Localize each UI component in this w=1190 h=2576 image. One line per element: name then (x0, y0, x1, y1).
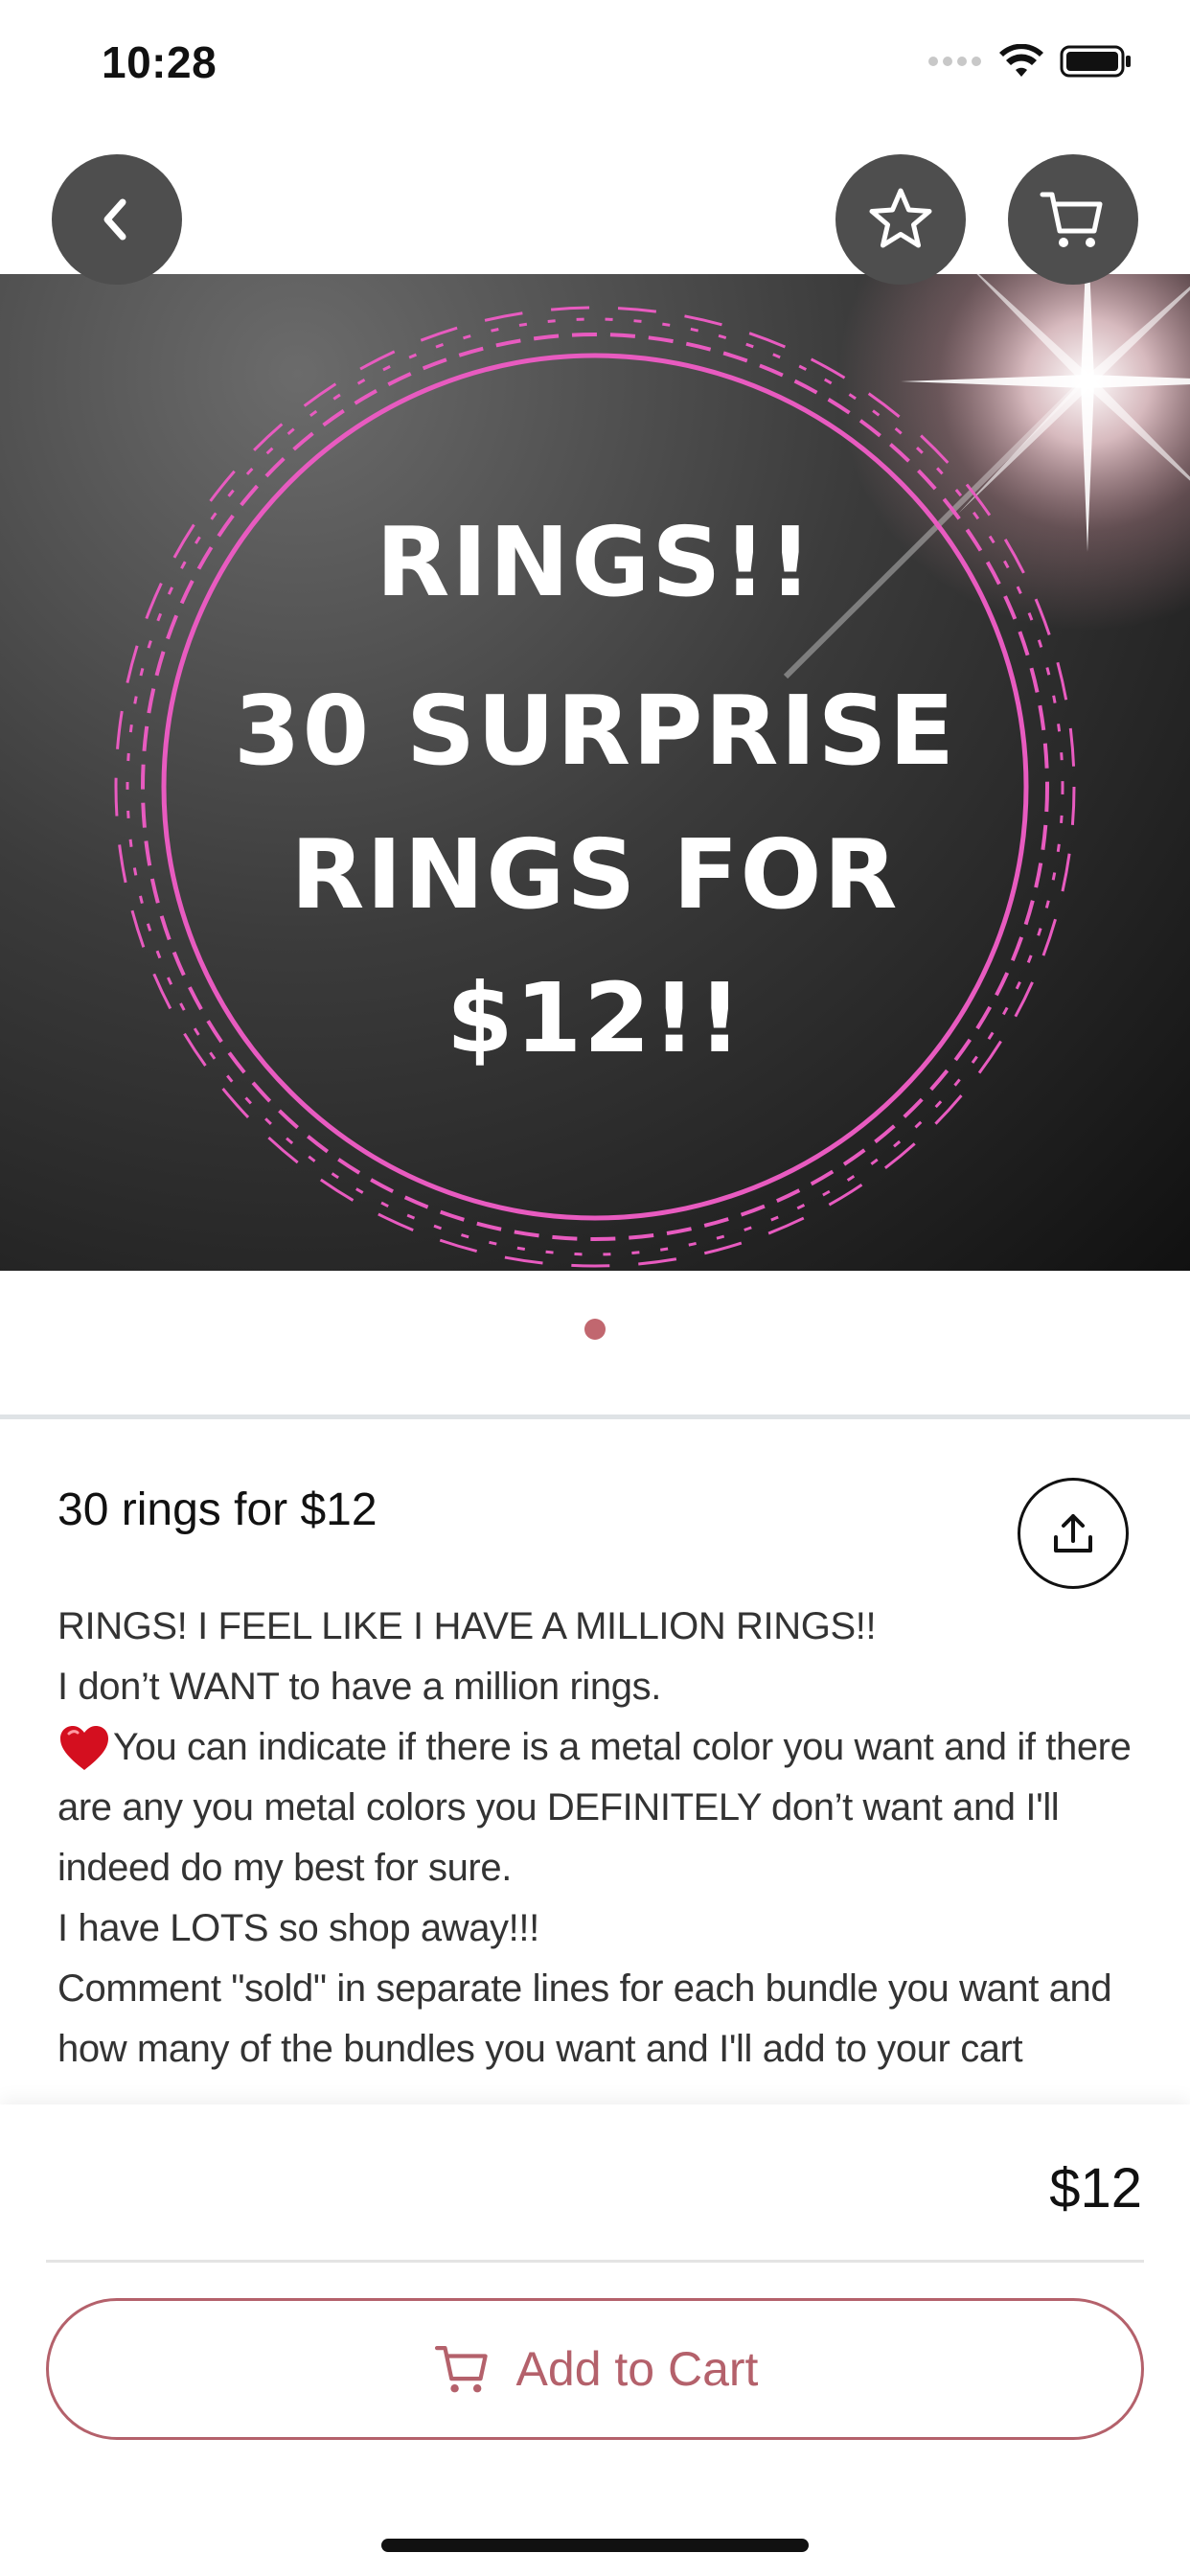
battery-icon (1060, 45, 1131, 78)
description-line: I have LOTS so shop away!!! (57, 1907, 539, 1949)
description-line: Comment "sold" in separate lines for eac… (57, 1967, 1112, 2070)
description-text: You can indicate if there is a metal col… (57, 1726, 1132, 1889)
wifi-icon (999, 44, 1043, 77)
cart-button[interactable] (1008, 154, 1138, 285)
star-icon (869, 188, 932, 248)
share-upload-icon (1054, 1514, 1092, 1552)
cart-icon (434, 2346, 488, 2393)
status-icons (927, 44, 1133, 79)
price-divider (46, 2260, 1144, 2263)
favorite-button[interactable] (835, 154, 966, 285)
add-to-cart-label: Add to Cart (515, 2342, 759, 2396)
section-divider (0, 1414, 1190, 1419)
listing-title: 30 rings for $12 (57, 1484, 378, 1535)
hero-line-1: RINGS!! (376, 506, 814, 618)
hero-line-3: RINGS FOR (290, 818, 900, 931)
listing-description: RINGS! I FEEL LIKE I HAVE A MILLION RING… (57, 1597, 1140, 2104)
description-line: You can indicate if there is a metal col… (57, 1717, 1140, 1898)
description-line: I don’t WANT to have a million rings. (57, 1666, 661, 1708)
status-time: 10:28 (102, 37, 217, 87)
image-pagination (0, 1319, 1190, 1340)
product-image[interactable]: RINGS!! 30 SURPRISE RINGS FOR $12!! (0, 274, 1190, 1271)
share-button[interactable] (1018, 1478, 1129, 1589)
page-dot-active[interactable] (584, 1319, 606, 1340)
description-line: RINGS! I FEEL LIKE I HAVE A MILLION RING… (57, 1605, 877, 1647)
hero-line-4: $12!! (446, 962, 744, 1074)
heart-emoji-icon (60, 1726, 108, 1771)
status-bar: 10:28 (0, 0, 1190, 134)
signal-icon (928, 57, 981, 66)
price-label: $12 (1049, 2157, 1142, 2220)
chevron-left-icon (103, 198, 126, 241)
cart-icon (1040, 192, 1103, 247)
home-indicator (381, 2539, 809, 2552)
hero-line-2: 30 SURPRISE (233, 675, 957, 787)
back-button[interactable] (52, 154, 182, 285)
purchase-panel: $12 Add to Cart (0, 2104, 1190, 2576)
add-to-cart-button[interactable]: Add to Cart (46, 2298, 1144, 2440)
